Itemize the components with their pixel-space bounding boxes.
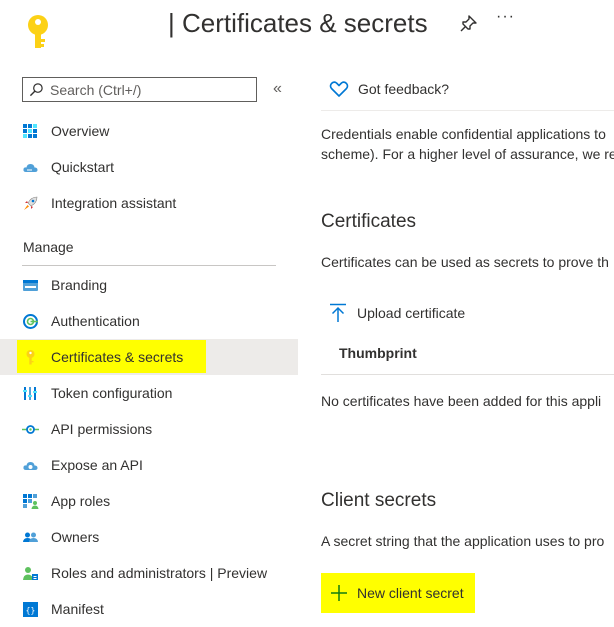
client-secrets-description: A secret string that the application use… xyxy=(321,533,605,549)
sidebar-item-authentication[interactable]: Authentication xyxy=(0,303,298,339)
upload-icon xyxy=(330,303,346,322)
collapse-sidebar-icon[interactable]: « xyxy=(273,80,282,98)
upload-certificate-button[interactable]: Upload certificate xyxy=(329,303,465,323)
sidebar-item-overview[interactable]: Overview xyxy=(0,113,298,149)
no-certificates-message: No certificates have been added for this… xyxy=(321,393,602,409)
new-client-secret-label: New client secret xyxy=(357,585,464,601)
feedback-label: Got feedback? xyxy=(358,81,450,97)
upload-certificate-label: Upload certificate xyxy=(357,305,466,321)
sidebar-item-label: Authentication xyxy=(51,313,140,329)
key-icon xyxy=(26,350,35,365)
sidebar-item-label: Integration assistant xyxy=(51,195,177,211)
sidebar-item-app-roles[interactable]: App roles xyxy=(0,483,298,519)
intro-text-line-2: scheme). For a higher level of assurance… xyxy=(321,146,614,162)
sidebar-item-label: Branding xyxy=(51,277,108,293)
sidebar-item-label: Expose an API xyxy=(51,457,143,473)
sidebar-item-token-configuration[interactable]: Token configuration xyxy=(0,375,298,411)
page-title: | Certificates & secrets xyxy=(168,8,428,38)
rocket-icon xyxy=(24,196,38,210)
feedback-button[interactable]: Got feedback? xyxy=(329,80,449,98)
sidebar-item-branding[interactable]: Branding xyxy=(0,267,298,303)
sidebar-item-label: Token configuration xyxy=(51,385,173,401)
authentication-icon xyxy=(23,314,38,329)
app-roles-icon xyxy=(23,494,39,509)
sidebar-item-label: Owners xyxy=(51,529,100,545)
divider xyxy=(22,265,276,266)
overview-grid-icon xyxy=(23,124,37,138)
client-secrets-heading: Client secrets xyxy=(321,490,437,511)
app-key-icon xyxy=(22,12,54,52)
certificates-heading: Certificates xyxy=(321,211,417,232)
divider xyxy=(321,374,614,375)
sidebar-item-integration-assistant[interactable]: Integration assistant xyxy=(0,185,298,221)
branding-icon xyxy=(23,280,38,291)
roles-admins-icon xyxy=(23,567,38,580)
pin-icon[interactable] xyxy=(458,14,478,34)
sidebar-item-quickstart[interactable]: Quickstart xyxy=(0,149,298,185)
sidebar-item-label: Quickstart xyxy=(51,159,115,175)
token-bars-icon xyxy=(23,387,37,400)
sidebar-item-api-permissions[interactable]: API permissions xyxy=(0,411,298,447)
divider xyxy=(321,110,614,111)
sidebar-item-owners[interactable]: Owners xyxy=(0,519,298,555)
quickstart-cloud-icon xyxy=(23,164,38,172)
sidebar-item-expose-an-api[interactable]: Expose an API xyxy=(0,447,298,483)
sidebar-item-certificates-secrets[interactable]: Certificates & secrets xyxy=(0,339,298,375)
sidebar-item-label: API permissions xyxy=(51,421,153,437)
new-client-secret-button[interactable]: New client secret xyxy=(321,573,475,613)
manifest-icon: {} xyxy=(23,602,38,617)
manage-section-heading: Manage xyxy=(23,239,74,255)
thumbprint-column-header[interactable]: Thumbprint xyxy=(339,345,417,361)
sidebar-item-label: Roles and administrators | Preview xyxy=(51,565,268,581)
search-input[interactable] xyxy=(50,81,250,98)
svg-text:{}: {} xyxy=(26,606,36,615)
certificates-description: Certificates can be used as secrets to p… xyxy=(321,254,609,270)
api-permissions-icon xyxy=(22,425,39,434)
sidebar-item-manifest[interactable]: {} Manifest xyxy=(0,591,298,627)
sidebar-item-label: Certificates & secrets xyxy=(51,349,184,365)
search-box[interactable] xyxy=(22,77,257,102)
sidebar-item-label: Overview xyxy=(51,123,110,139)
owners-icon xyxy=(23,532,38,542)
heart-icon xyxy=(329,81,349,97)
search-icon xyxy=(29,83,43,97)
intro-text-line-1: Credentials enable confidential applicat… xyxy=(321,126,606,142)
sidebar-item-label: App roles xyxy=(51,493,111,509)
more-options-icon[interactable]: ··· xyxy=(496,8,515,26)
plus-icon xyxy=(331,585,347,601)
sidebar-item-label: Manifest xyxy=(51,601,104,617)
sidebar-item-roles-administrators[interactable]: Roles and administrators | Preview xyxy=(0,555,298,591)
expose-api-cloud-icon xyxy=(23,462,38,470)
